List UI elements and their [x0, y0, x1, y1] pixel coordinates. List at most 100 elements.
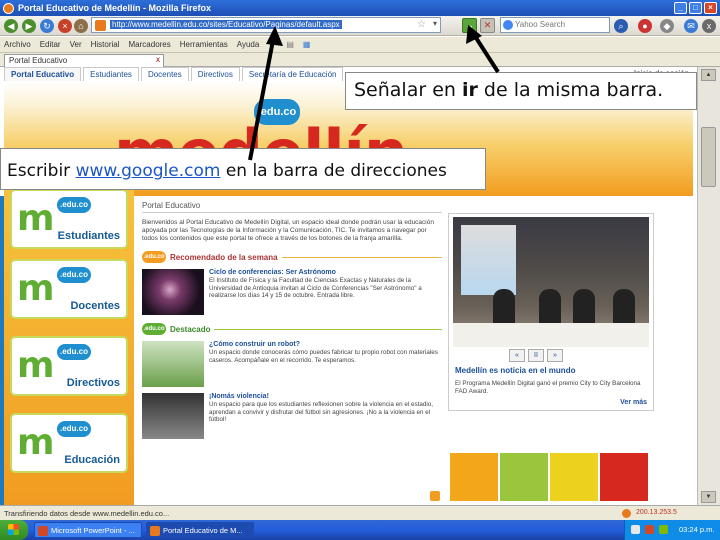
page-content: Portal Educativo Estudiantes Docentes Di… [0, 67, 697, 505]
callout-text: en la barra de direcciones [220, 161, 447, 181]
browser-tab[interactable]: Portal Educativo x [4, 54, 164, 67]
bookmark-star-icon[interactable]: ☆ [417, 19, 426, 30]
profile-tile-directivos[interactable]: m .edu.co Directivos [10, 336, 128, 396]
browser-tab-strip: Portal Educativo x [0, 53, 720, 67]
address-dropdown-icon[interactable]: ▾ [433, 19, 437, 28]
main-column: Portal Educativo Bienvenidos al Portal E… [142, 201, 442, 505]
taskbar-item-label: Portal Educativo de M... [163, 526, 243, 535]
toolbar-mail-icon[interactable]: ✉ [684, 19, 698, 33]
featured-item-desc: Un espacio para que los estudiantes refl… [209, 401, 434, 423]
address-url-text: http://www.medellin.edu.co/sites/Educati… [110, 20, 342, 29]
profile-tile-educacion[interactable]: m .edu.co Educación [10, 413, 128, 473]
status-bar: Transfiriendo datos desde www.medellin.e… [0, 505, 720, 520]
vertical-scrollbar[interactable]: ▲ ▼ [697, 67, 720, 505]
color-block[interactable] [600, 453, 648, 501]
featured-item-title[interactable]: ¡Nomás violencia! [209, 393, 442, 400]
scroll-up-icon[interactable]: ▲ [701, 69, 716, 81]
color-block[interactable] [450, 453, 498, 501]
news-more-link[interactable]: Ver más [620, 399, 647, 406]
profile-badge: .edu.co [57, 344, 91, 360]
navigation-toolbar: ◀ ▶ ↻ × ⌂ http://www.medellin.edu.co/sit… [0, 16, 720, 36]
rss-icon[interactable] [430, 491, 440, 501]
menu-ver[interactable]: Ver [70, 40, 82, 49]
tray-volume-icon[interactable] [659, 525, 668, 534]
tab-secretaria-educacion[interactable]: Secretaría de Educación [241, 67, 344, 81]
tab-close-icon[interactable]: x [156, 55, 160, 64]
maximize-button[interactable]: □ [689, 2, 702, 14]
toolbar-extra-icon[interactable]: ◆ [660, 19, 674, 33]
person-figure [613, 289, 635, 327]
search-icon[interactable]: ⌕ [614, 19, 628, 33]
window-controls: _ □ × [674, 2, 717, 14]
menu-editar[interactable]: Editar [40, 40, 61, 49]
taskbar-item-powerpoint[interactable]: Microsoft PowerPoint - ... [34, 522, 142, 538]
profile-tile-docentes[interactable]: m .edu.co Docentes [10, 259, 128, 319]
section-divider [281, 256, 442, 258]
tray-network-icon[interactable] [631, 525, 640, 534]
minimize-button[interactable]: _ [674, 2, 687, 14]
menu-archivo[interactable]: Archivo [4, 40, 31, 49]
status-addon-icon[interactable] [622, 509, 631, 518]
recommended-item-title[interactable]: Ciclo de conferencias: Ser Astrónomo [209, 269, 442, 276]
search-engine-icon[interactable] [503, 20, 513, 30]
address-bar[interactable]: http://www.medellin.edu.co/sites/Educati… [91, 17, 441, 33]
page-icon[interactable]: ▦ [303, 40, 311, 49]
callout-text: de la misma barra. [477, 79, 664, 101]
carousel-next-button[interactable]: » [547, 349, 563, 362]
recommended-item-desc: El Instituto de Física y la Facultad de … [209, 277, 422, 299]
news-title[interactable]: Medellín es noticia en el mundo [455, 366, 575, 375]
go-button[interactable]: → [462, 18, 477, 33]
profile-label: Estudiantes [57, 230, 120, 242]
stop-button[interactable]: ✕ [480, 18, 495, 33]
callout-text: Señalar en [354, 79, 462, 101]
scroll-down-icon[interactable]: ▼ [701, 491, 716, 503]
search-input[interactable]: Yahoo Search [500, 17, 610, 33]
instruction-callout-address: Escribir www.google.com en la barra de d… [0, 148, 486, 190]
forward-arrow-icon[interactable]: ▶ [22, 19, 36, 33]
menu-ayuda[interactable]: Ayuda [237, 40, 260, 49]
home-icon[interactable]: ⌂ [74, 19, 88, 33]
taskbar-item-label: Microsoft PowerPoint - ... [51, 526, 135, 535]
tab-directivos[interactable]: Directivos [190, 67, 240, 81]
menu-herramientas[interactable]: Herramientas [180, 40, 228, 49]
toolbar-close-icon[interactable]: x [702, 19, 716, 33]
featured-item-title[interactable]: ¿Cómo construir un robot? [209, 341, 442, 348]
color-block[interactable] [550, 453, 598, 501]
menu-marcadores[interactable]: Marcadores [129, 40, 171, 49]
featured-header: .edu.co Destacado [142, 323, 442, 335]
scroll-thumb[interactable] [701, 127, 716, 187]
carousel-prev-button[interactable]: « [509, 349, 525, 362]
robot-thumbnail[interactable] [142, 341, 204, 387]
nebula-thumbnail[interactable] [142, 269, 204, 315]
tray-clock: 03:24 p.m. [679, 525, 715, 534]
taskbar-item-firefox[interactable]: Portal Educativo de M... [146, 522, 254, 538]
profile-label: Educación [64, 454, 120, 466]
close-window-button[interactable]: × [704, 2, 717, 14]
reload-icon[interactable]: ↻ [40, 19, 54, 33]
color-block[interactable] [500, 453, 548, 501]
start-button[interactable] [0, 520, 28, 540]
menu-historial[interactable]: Historial [91, 40, 120, 49]
recommended-item: Ciclo de conferencias: Ser Astrónomo El … [142, 269, 442, 315]
tab-docentes[interactable]: Docentes [140, 67, 189, 81]
print-icon[interactable]: ▤ [286, 40, 294, 49]
carousel-pause-button[interactable]: II [528, 349, 544, 362]
stop-icon[interactable]: × [58, 19, 72, 33]
profile-badge: .edu.co [57, 421, 91, 437]
back-arrow-icon[interactable]: ◀ [4, 19, 18, 33]
table-shape [453, 323, 649, 347]
brand-badge: .edu.co [254, 99, 300, 125]
recommended-header: .edu.co Recomendado de la semana [142, 251, 442, 263]
soccer-thumbnail[interactable] [142, 393, 204, 439]
tray-security-icon[interactable] [645, 525, 654, 534]
system-tray: 03:24 p.m. [624, 520, 720, 540]
profile-tile-estudiantes[interactable]: m .edu.co Estudiantes [10, 189, 128, 249]
firefox-icon [3, 3, 14, 14]
addon-icon[interactable]: ● [638, 19, 652, 33]
tab-estudiantes[interactable]: Estudiantes [83, 67, 139, 81]
news-photo[interactable] [453, 217, 649, 347]
tab-portal-educativo[interactable]: Portal Educativo [4, 67, 82, 81]
search-placeholder: Yahoo Search [515, 20, 566, 29]
news-desc: El Programa Medellín Digital ganó el pre… [455, 380, 641, 395]
section-badge: .edu.co [142, 251, 166, 263]
